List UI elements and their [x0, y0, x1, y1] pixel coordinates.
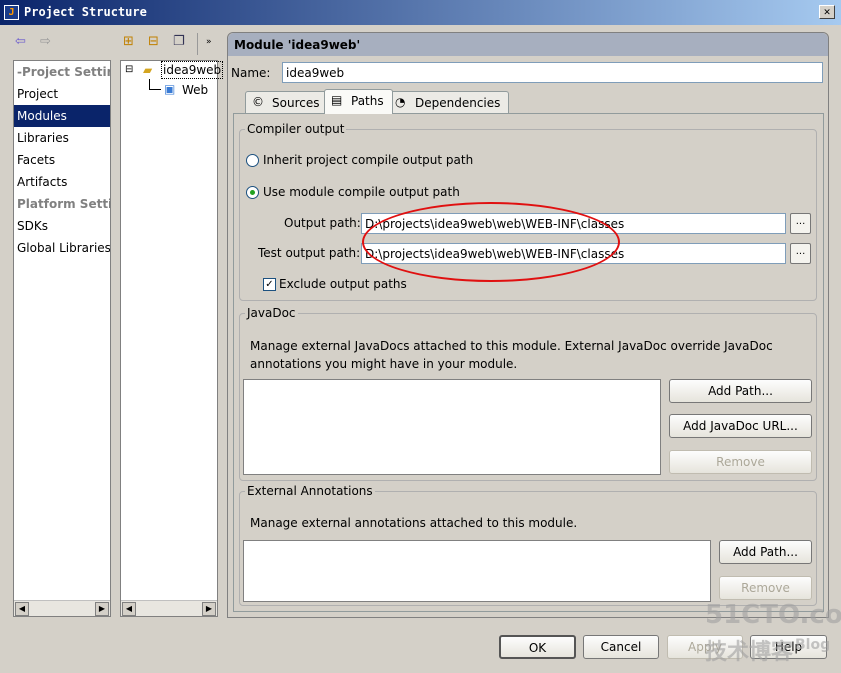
module-folder-icon: ▰: [143, 63, 153, 77]
copy-icon[interactable]: ❐: [173, 34, 185, 49]
close-icon: ✕: [823, 5, 831, 18]
inherit-radio[interactable]: [246, 154, 259, 167]
sidebar-item[interactable]: Artifacts: [14, 171, 110, 193]
annotations-list[interactable]: [243, 540, 711, 602]
group-title: Compiler output: [245, 122, 347, 136]
group-title: External Annotations: [245, 484, 375, 498]
sidebar-item[interactable]: Libraries: [14, 127, 110, 149]
web-facet-icon: ▣: [164, 82, 176, 96]
paths-icon: ▤: [331, 93, 343, 107]
exclude-label: Exclude output paths: [279, 277, 407, 291]
toolbar-divider: [197, 33, 198, 55]
browse-output-button[interactable]: ...: [790, 213, 811, 234]
settings-sidebar: -Project Settings ProjectModulesLibraries…: [13, 60, 111, 617]
sidebar-item[interactable]: Project: [14, 83, 110, 105]
tree-item-web[interactable]: Web: [182, 83, 208, 97]
remove-icon[interactable]: ⊟: [148, 34, 159, 49]
dependencies-icon: ◔: [395, 95, 406, 109]
tab-paths[interactable]: ▤ Paths: [324, 89, 393, 114]
title-bar: J Project Structure ✕: [0, 0, 841, 25]
tab-sources[interactable]: © Sources: [245, 91, 329, 114]
exclude-checkbox[interactable]: ✓: [263, 278, 276, 291]
collapse-icon[interactable]: ⊟: [125, 64, 133, 75]
ok-button[interactable]: OK: [499, 635, 576, 659]
more-icon[interactable]: »: [206, 37, 212, 47]
javadoc-remove-button[interactable]: Remove: [669, 450, 812, 474]
tab-dependencies[interactable]: ◔ Dependencies: [388, 91, 510, 114]
watermark-blog: Blog: [795, 637, 831, 653]
test-output-path-label: Test output path:: [258, 246, 361, 260]
back-icon[interactable]: ⇦: [15, 34, 26, 49]
javadoc-list[interactable]: [243, 379, 661, 475]
tree-item-root[interactable]: idea9web: [161, 61, 224, 79]
annotations-description: Manage external annotations attached to …: [250, 516, 578, 530]
sidebar-item[interactable]: Facets: [14, 149, 110, 171]
output-path-label: Output path:: [284, 216, 361, 230]
watermark-sub: 技术博客: [705, 640, 794, 665]
tree-scrollbar[interactable]: ◀ ▶: [121, 600, 217, 616]
app-icon: J: [4, 5, 19, 20]
sidebar-item[interactable]: SDKs: [14, 215, 110, 237]
module-tree: ⊟ ▰ idea9web ▣ Web ◀ ▶: [120, 60, 224, 617]
browse-test-output-button[interactable]: ...: [790, 243, 811, 264]
watermark-logo: 51CTO.com: [705, 600, 841, 630]
sidebar-section-header: Platform Settings: [17, 197, 110, 211]
name-label: Name:: [231, 66, 271, 80]
window-title: Project Structure: [24, 5, 147, 19]
close-button[interactable]: ✕: [819, 5, 835, 19]
annotations-remove-button[interactable]: Remove: [719, 576, 812, 600]
annotations-add-path-button[interactable]: Add Path...: [719, 540, 812, 564]
javadoc-description: Manage external JavaDocs attached to thi…: [250, 339, 773, 371]
module-header: Module 'idea9web': [228, 33, 828, 56]
javadoc-add-url-button[interactable]: Add JavaDoc URL...: [669, 414, 812, 438]
sources-icon: ©: [252, 95, 264, 109]
sidebar-item[interactable]: Global Libraries: [14, 237, 110, 259]
sidebar-item[interactable]: Modules: [14, 105, 110, 127]
name-input[interactable]: [282, 62, 823, 83]
group-title: JavaDoc: [245, 306, 298, 320]
use-module-radio[interactable]: [246, 186, 259, 199]
add-icon[interactable]: ⊞: [123, 34, 134, 49]
javadoc-add-path-button[interactable]: Add Path...: [669, 379, 812, 403]
inherit-label: Inherit project compile output path: [263, 153, 474, 167]
cancel-button[interactable]: Cancel: [583, 635, 659, 659]
forward-icon[interactable]: ⇨: [40, 34, 51, 49]
sidebar-section-header: -Project Settings: [17, 65, 110, 79]
use-module-label: Use module compile output path: [263, 185, 460, 199]
sidebar-scrollbar[interactable]: ◀ ▶: [14, 600, 110, 616]
red-annotation-ellipse: [362, 202, 620, 282]
